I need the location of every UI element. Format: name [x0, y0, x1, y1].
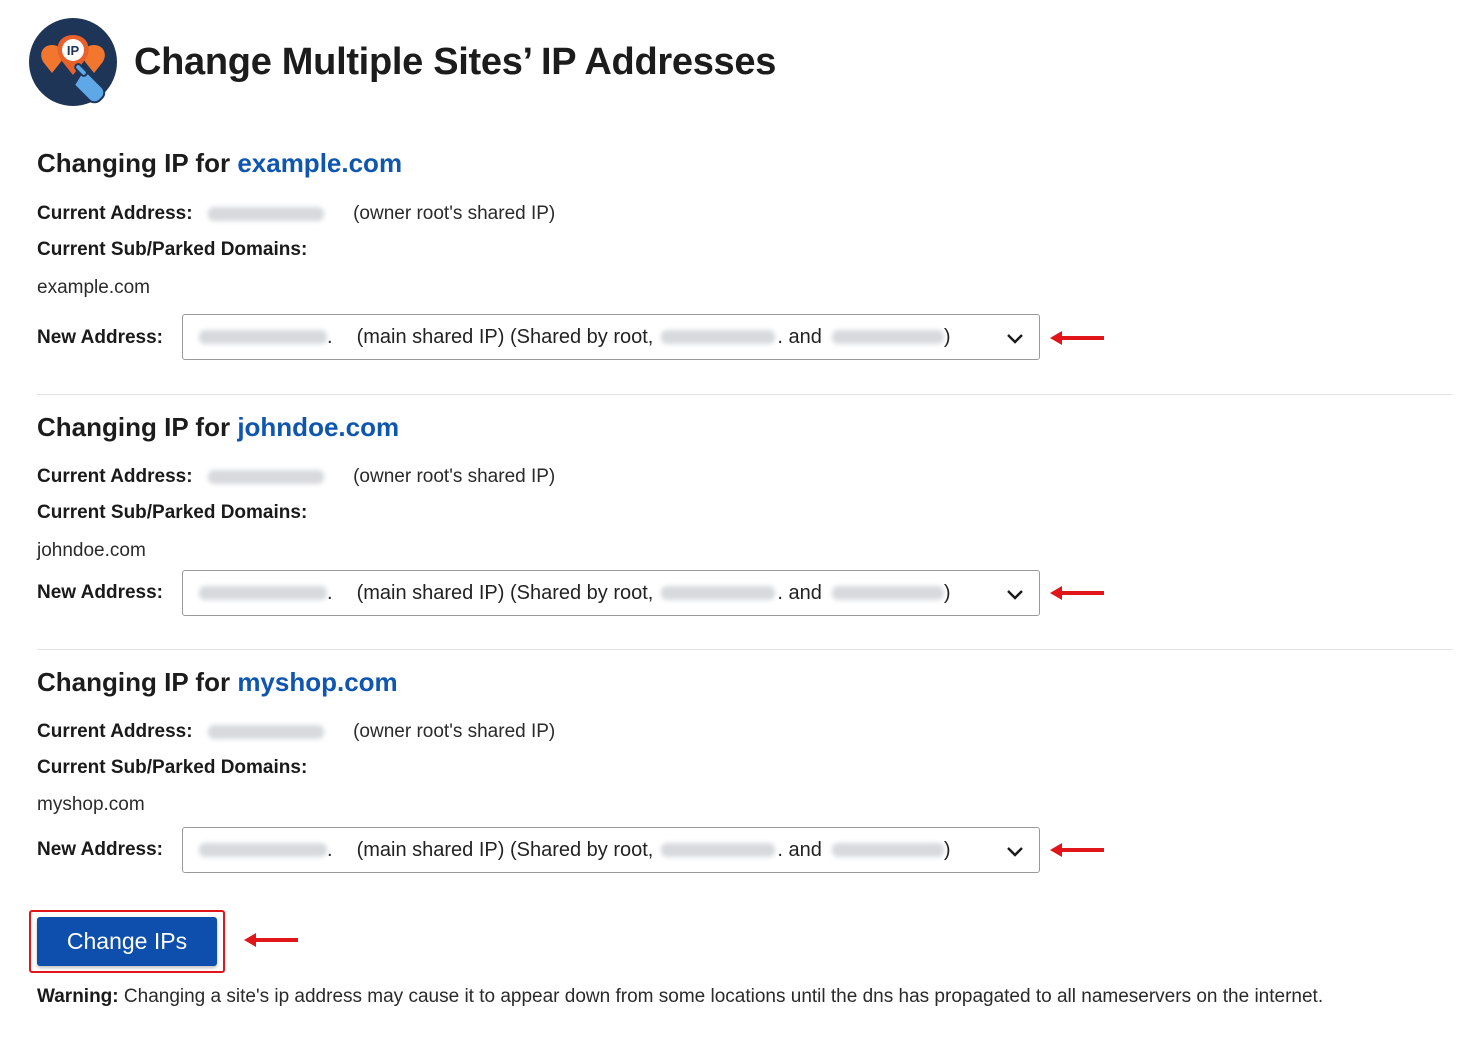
section-divider [37, 649, 1453, 650]
site-heading: Changing IP for example.com [37, 148, 1453, 179]
site-heading: Changing IP for johndoe.com [37, 412, 1453, 443]
subparked-domain: example.com [37, 277, 150, 298]
shared-ip-1 [661, 843, 776, 857]
heading-prefix: Changing IP for [37, 412, 231, 442]
red-arrow-left-icon [1050, 331, 1104, 345]
site-section-johndoe: Changing IP for johndoe.com Current Addr… [37, 412, 1453, 642]
site-domain-link[interactable]: example.com [237, 148, 402, 178]
new-address-label: New Address: [37, 582, 163, 603]
current-ip-value [207, 724, 324, 739]
change-ips-button[interactable]: Change IPs [37, 917, 217, 966]
warning-message: Warning: Changing a site's ip address ma… [37, 986, 1323, 1008]
new-address-select[interactable]: . (main shared IP) (Shared by root, . an… [182, 570, 1040, 616]
current-address-label: Current Address: [37, 466, 193, 487]
subparked-label: Current Sub/Parked Domains: [37, 757, 308, 778]
new-address-label: New Address: [37, 327, 163, 348]
option-main-text: (main shared IP) (Shared by root, [356, 325, 654, 348]
heading-prefix: Changing IP for [37, 148, 231, 178]
option-main-text: (main shared IP) (Shared by root, [356, 838, 654, 861]
new-ip-value [199, 586, 327, 600]
chevron-down-icon [1007, 847, 1023, 857]
shared-ip-1 [661, 330, 776, 344]
new-ip-value [199, 843, 327, 857]
current-address-row: Current Address: (owner root's shared IP… [37, 466, 555, 488]
warning-label: Warning: [37, 986, 119, 1007]
chevron-down-icon [1007, 334, 1023, 344]
new-address-select[interactable]: . (main shared IP) (Shared by root, . an… [182, 314, 1040, 360]
svg-text:IP: IP [67, 43, 80, 58]
ip-change-logo-icon: IP [28, 17, 118, 107]
subparked-domain: johndoe.com [37, 540, 146, 561]
site-domain-link[interactable]: johndoe.com [237, 412, 399, 442]
current-ip-value [207, 469, 324, 484]
site-section-myshop: Changing IP for myshop.com Current Addre… [37, 667, 1453, 897]
new-ip-value [199, 330, 327, 344]
subparked-domain: myshop.com [37, 794, 145, 815]
site-section-example: Changing IP for example.com Current Addr… [37, 148, 1453, 378]
chevron-down-icon [1007, 590, 1023, 600]
new-address-select[interactable]: . (main shared IP) (Shared by root, . an… [182, 827, 1040, 873]
current-ip-value [207, 206, 324, 221]
option-main-text: (main shared IP) (Shared by root, [356, 581, 654, 604]
red-arrow-left-icon [1050, 586, 1104, 600]
shared-ip-1 [661, 586, 776, 600]
red-arrow-left-icon [244, 933, 298, 947]
current-address-label: Current Address: [37, 203, 193, 224]
page-header: IP Change Multiple Sites’ IP Addresses [28, 17, 776, 107]
current-address-row: Current Address: (owner root's shared IP… [37, 721, 555, 743]
site-heading: Changing IP for myshop.com [37, 667, 1453, 698]
owner-note: (owner root's shared IP) [353, 203, 556, 224]
owner-note: (owner root's shared IP) [353, 721, 556, 742]
shared-ip-2 [831, 330, 944, 344]
shared-ip-2 [831, 586, 944, 600]
site-domain-link[interactable]: myshop.com [237, 667, 397, 697]
page-title: Change Multiple Sites’ IP Addresses [134, 40, 777, 83]
current-address-label: Current Address: [37, 721, 193, 742]
change-ips-highlight: Change IPs [29, 910, 225, 973]
current-address-row: Current Address: (owner root's shared IP… [37, 203, 555, 225]
new-address-label: New Address: [37, 839, 163, 860]
shared-ip-2 [831, 843, 944, 857]
subparked-label: Current Sub/Parked Domains: [37, 239, 308, 260]
section-divider [37, 394, 1453, 395]
owner-note: (owner root's shared IP) [353, 466, 556, 487]
warning-text: Changing a site's ip address may cause i… [123, 986, 1324, 1007]
heading-prefix: Changing IP for [37, 667, 231, 697]
subparked-label: Current Sub/Parked Domains: [37, 502, 308, 523]
red-arrow-left-icon [1050, 843, 1104, 857]
